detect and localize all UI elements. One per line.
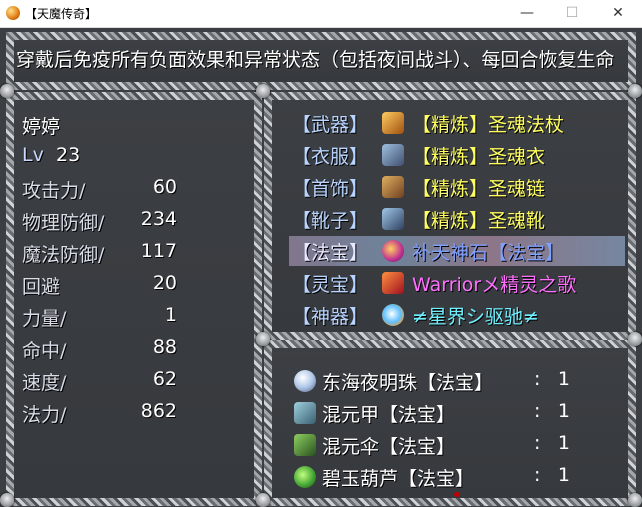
minimize-button[interactable]: — bbox=[504, 0, 550, 28]
inventory-item-name: 混元伞【法宝】 bbox=[322, 436, 456, 458]
stat-label: 物理防御/ bbox=[22, 212, 105, 234]
stat-value: 20 bbox=[152, 272, 177, 294]
skull-ornament-icon bbox=[256, 332, 270, 346]
slot-item-name: 【精炼】圣魂法杖 bbox=[412, 114, 565, 136]
character-name: 婷婷 bbox=[22, 116, 61, 138]
inventory-item[interactable]: 混元伞【法宝】 : 1 bbox=[294, 430, 624, 460]
stat-value: 1 bbox=[164, 304, 177, 326]
level-value: 23 bbox=[56, 144, 81, 166]
slot-label: 【首饰】 bbox=[292, 178, 369, 200]
stat-value: 862 bbox=[140, 400, 177, 422]
close-button[interactable]: ✕ bbox=[595, 0, 641, 28]
equip-slot-clothes[interactable]: 【衣服】 【精炼】圣魂衣 bbox=[292, 140, 622, 170]
stat-label: 魔法防御/ bbox=[22, 244, 105, 266]
inventory-item-qty: 1 bbox=[557, 400, 570, 422]
stat-label: 法力/ bbox=[22, 404, 67, 426]
slot-item-name: ≠星界シ驱驰≠ bbox=[412, 306, 539, 328]
gourd-icon bbox=[294, 466, 316, 488]
inventory-item-name: 碧玉葫芦【法宝】 bbox=[322, 468, 475, 490]
boots-icon bbox=[382, 208, 404, 230]
stat-value: 88 bbox=[152, 336, 177, 358]
stat-value: 62 bbox=[152, 368, 177, 390]
equip-slot-treasure[interactable]: 【法宝】 补天神石【法宝】 bbox=[292, 236, 622, 266]
level-label: Lv bbox=[22, 144, 44, 166]
inventory-item-colon: : bbox=[534, 432, 541, 454]
pearl-icon bbox=[294, 370, 316, 392]
slot-label: 【灵宝】 bbox=[292, 274, 369, 296]
stat-label: 速度/ bbox=[22, 372, 67, 394]
inventory-item[interactable]: 东海夜明珠【法宝】 : 1 bbox=[294, 366, 624, 396]
swirl-icon bbox=[382, 304, 404, 326]
skull-ornament-icon bbox=[256, 493, 270, 507]
window-title: 【天魔传奇】 bbox=[25, 7, 98, 21]
skull-ornament-icon bbox=[628, 493, 642, 507]
inventory-item-colon: : bbox=[534, 400, 541, 422]
slot-item-name: 【精炼】圣魂链 bbox=[412, 178, 546, 200]
inventory-item-qty: 1 bbox=[557, 432, 570, 454]
inventory-item[interactable]: 碧玉葫芦【法宝】 : 1 bbox=[294, 462, 624, 492]
skull-ornament-icon bbox=[628, 332, 642, 346]
stat-value: 60 bbox=[152, 176, 177, 198]
inventory-item-qty: 1 bbox=[557, 464, 570, 486]
inventory-item-qty: 1 bbox=[557, 368, 570, 390]
stat-value: 234 bbox=[140, 208, 177, 230]
slot-label: 【武器】 bbox=[292, 114, 369, 136]
slot-label: 【神器】 bbox=[292, 306, 369, 328]
inventory-item[interactable]: 混元甲【法宝】 : 1 bbox=[294, 398, 624, 428]
stat-label: 力量/ bbox=[22, 308, 67, 330]
equip-slot-weapon[interactable]: 【武器】 【精炼】圣魂法杖 bbox=[292, 108, 622, 138]
orb-icon bbox=[382, 240, 404, 262]
umbrella-icon bbox=[294, 434, 316, 456]
armor-icon bbox=[382, 144, 404, 166]
window-titlebar: 【天魔传奇】 — ☐ ✕ bbox=[0, 0, 642, 28]
slot-item-name: 补天神石【法宝】 bbox=[412, 242, 565, 264]
equip-slot-boots[interactable]: 【靴子】 【精炼】圣魂靴 bbox=[292, 204, 622, 234]
skull-ornament-icon bbox=[628, 84, 642, 98]
inventory-item-name: 东海夜明珠【法宝】 bbox=[322, 372, 494, 394]
app-icon bbox=[6, 6, 20, 20]
stat-label: 回避 bbox=[22, 276, 61, 298]
scroll-indicator-icon[interactable] bbox=[454, 492, 460, 497]
stats-panel bbox=[6, 92, 262, 506]
slot-label: 【靴子】 bbox=[292, 210, 369, 232]
inventory-item-colon: : bbox=[534, 368, 541, 390]
inventory-item-name: 混元甲【法宝】 bbox=[322, 404, 456, 426]
slot-label: 【法宝】 bbox=[292, 242, 369, 264]
slot-item-name: Warriorメ精灵之歌 bbox=[412, 274, 577, 296]
equip-slot-artifact[interactable]: 【神器】 ≠星界シ驱驰≠ bbox=[292, 300, 622, 330]
wing-icon bbox=[382, 272, 404, 294]
slot-item-name: 【精炼】圣魂衣 bbox=[412, 146, 546, 168]
slot-item-name: 【精炼】圣魂靴 bbox=[412, 210, 546, 232]
maximize-button[interactable]: ☐ bbox=[549, 0, 595, 28]
staff-icon bbox=[382, 112, 404, 134]
stat-label: 命中/ bbox=[22, 340, 67, 362]
skull-ornament-icon bbox=[0, 493, 14, 507]
skull-ornament-icon bbox=[256, 84, 270, 98]
skull-ornament-icon bbox=[0, 84, 14, 98]
inventory-item-colon: : bbox=[534, 464, 541, 486]
necklace-icon bbox=[382, 176, 404, 198]
equip-slot-spirit[interactable]: 【灵宝】 Warriorメ精灵之歌 bbox=[292, 268, 622, 298]
equip-slot-jewelry[interactable]: 【首饰】 【精炼】圣魂链 bbox=[292, 172, 622, 202]
stat-value: 117 bbox=[140, 240, 177, 262]
item-description: 穿戴后免疫所有负面效果和异常状态（包括夜间战斗）、每回合恢复生命 bbox=[16, 49, 615, 71]
slot-label: 【衣服】 bbox=[292, 146, 369, 168]
stat-label: 攻击力/ bbox=[22, 180, 86, 202]
armor-piece-icon bbox=[294, 402, 316, 424]
